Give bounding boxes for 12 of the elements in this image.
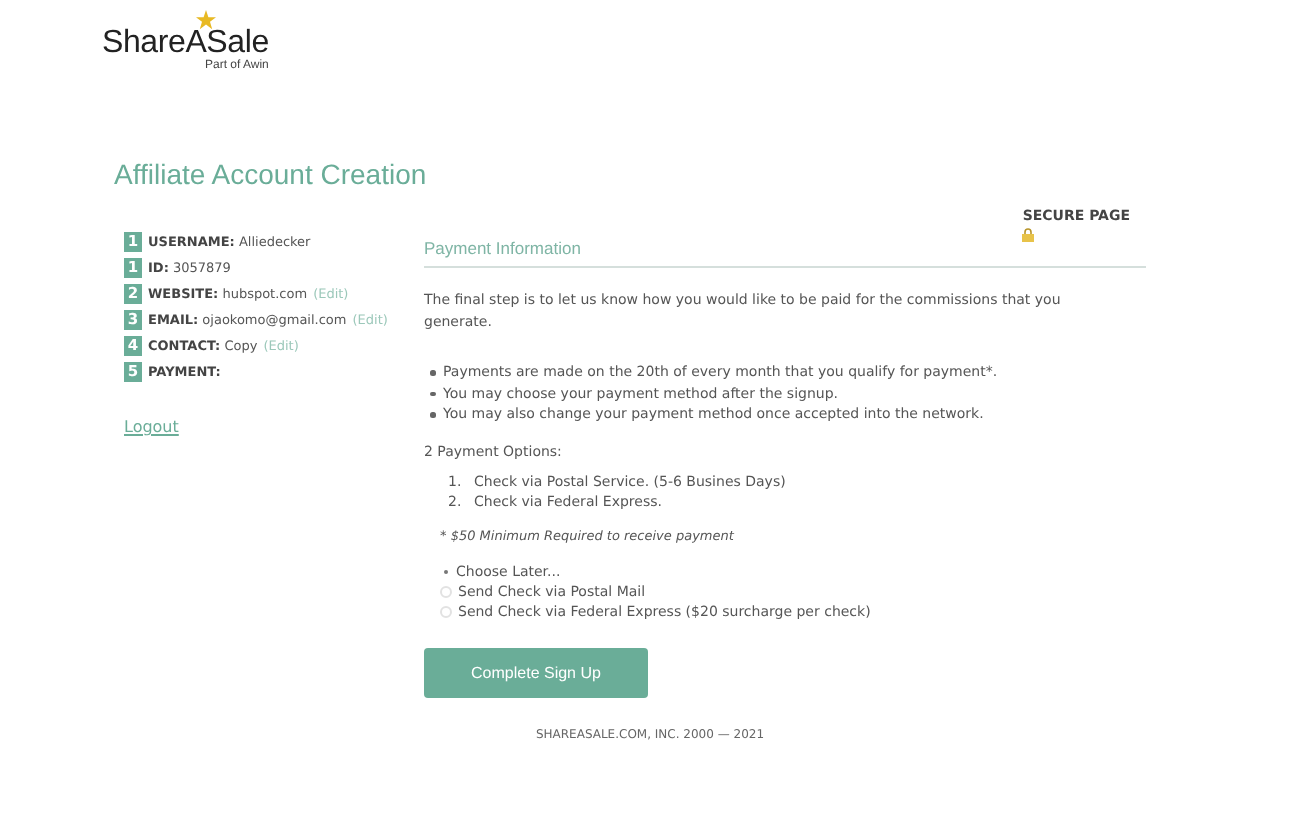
radio-button[interactable] xyxy=(440,585,452,597)
section-heading: Payment Information xyxy=(424,238,581,258)
bullet-icon xyxy=(430,370,435,375)
star-icon xyxy=(196,10,216,30)
bullet-icon xyxy=(430,391,435,396)
radio-button[interactable] xyxy=(440,605,452,617)
bullet-icon xyxy=(430,412,435,417)
logout-link[interactable]: Logout xyxy=(124,418,179,436)
logo-wordmark[interactable]: ShareASale xyxy=(102,26,269,60)
complete-signup-button[interactable]: Complete Sign Up xyxy=(424,647,648,697)
page-title: Affiliate Account Creation xyxy=(114,158,429,190)
padlock-icon xyxy=(1022,228,1035,242)
